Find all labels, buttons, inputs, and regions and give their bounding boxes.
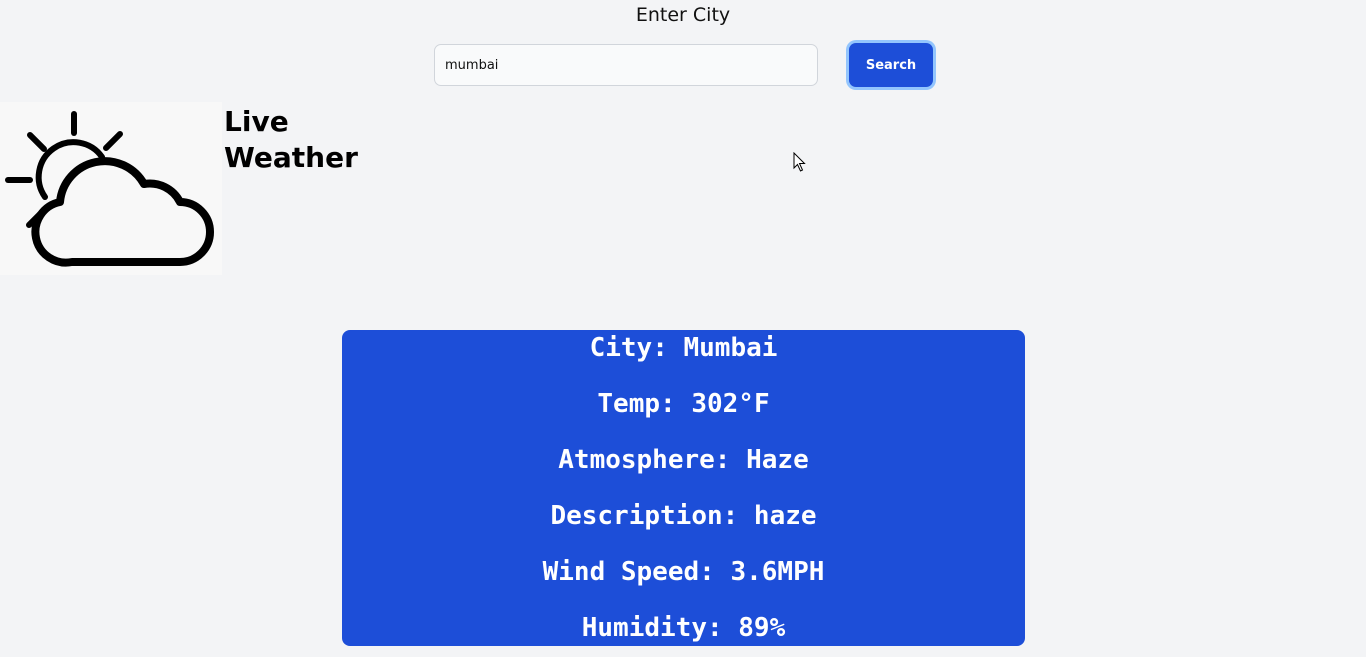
sun-cloud-icon — [5, 111, 214, 267]
wind-speed-line: Wind Speed: 3.6MPH — [542, 557, 825, 587]
mouse-cursor-icon — [793, 152, 806, 172]
weather-card: City: Mumbai Temp: 302°F Atmosphere: Haz… — [342, 330, 1025, 646]
atmosphere-line: Atmosphere: Haze — [558, 445, 809, 475]
temp-line: Temp: 302°F — [597, 389, 770, 419]
search-button[interactable]: Search — [849, 43, 933, 87]
description-line: Description: haze — [550, 501, 817, 531]
brand-title: Live Weather — [224, 105, 358, 174]
city-line: City: Mumbai — [589, 333, 778, 363]
humidity-line: Humidity: 89% — [581, 613, 786, 643]
city-search-input[interactable] — [434, 44, 818, 86]
weather-logo — [0, 102, 222, 275]
search-label: Enter City — [635, 4, 731, 26]
